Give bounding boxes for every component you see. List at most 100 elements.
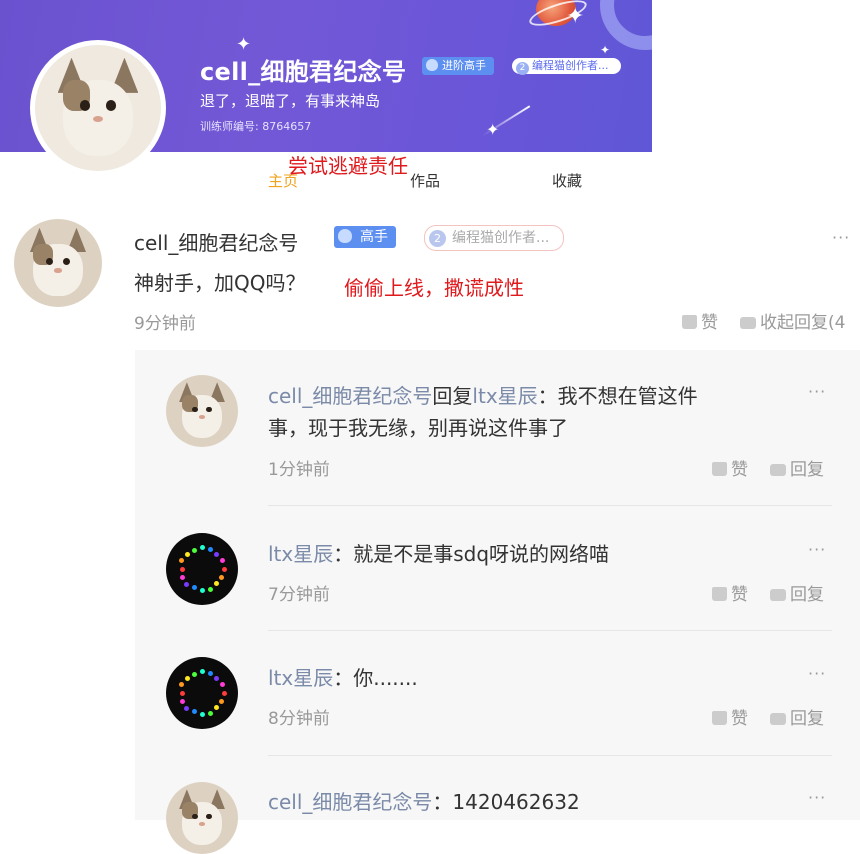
creator-badge-label: 编程猫创作者... — [452, 230, 550, 246]
ring-dot — [199, 668, 205, 674]
reply-avatar[interactable] — [166, 657, 238, 729]
ring-dot — [179, 682, 185, 688]
reply-avatar[interactable] — [166, 533, 238, 605]
reply-word: 回复 — [432, 384, 473, 408]
like-label: 赞 — [731, 585, 748, 605]
ring-dot — [179, 566, 185, 572]
pro-badge[interactable]: 高手 — [334, 226, 396, 248]
sparkle-icon: ✦ — [600, 43, 611, 57]
divider — [268, 755, 832, 756]
annotation-note: 偷偷上线，撒谎成性 — [344, 276, 524, 300]
reply-button[interactable]: 回复 — [770, 580, 824, 605]
like-button[interactable]: 赞 — [682, 308, 718, 333]
profile-bio: 退了，退喵了，有事来神岛 — [200, 92, 381, 110]
ring-dot — [183, 706, 189, 712]
thumbs-up-icon — [712, 462, 727, 476]
ring-dot — [207, 671, 213, 677]
ring-dot — [221, 690, 227, 696]
like-label: 赞 — [731, 709, 748, 729]
shield-icon — [338, 229, 352, 243]
reply-label: 回复 — [790, 460, 824, 480]
ring-dot — [207, 710, 213, 716]
comment-avatar[interactable] — [14, 219, 102, 307]
more-icon[interactable]: ··· — [808, 788, 826, 807]
reply-author[interactable]: ltx星辰 — [268, 542, 333, 566]
reply-target[interactable]: ltx星辰 — [472, 384, 537, 408]
divider — [268, 505, 832, 506]
reply-content: cell_细胞君纪念号回复ltx星辰：我不想在管这件 — [268, 380, 698, 409]
reply-time: 8分钟前 — [268, 709, 330, 729]
comment-author[interactable]: cell_细胞君纪念号 — [134, 227, 298, 256]
ring-dot — [219, 682, 225, 688]
ring-dot — [184, 675, 190, 681]
reply-avatar[interactable] — [166, 375, 238, 447]
reply-icon — [770, 464, 786, 476]
ring-dot — [179, 690, 185, 696]
reply-icon — [770, 713, 786, 725]
ring-dot — [207, 586, 213, 592]
cat-avatar-icon — [35, 45, 161, 171]
ring-dot — [191, 584, 197, 590]
ring-dot — [191, 672, 197, 678]
thumbs-up-icon — [712, 711, 727, 725]
like-label: 赞 — [701, 313, 718, 333]
more-icon[interactable]: ··· — [808, 382, 826, 401]
reply-button[interactable]: 回复 — [770, 455, 824, 480]
ring-dot — [199, 544, 205, 550]
ring-dot — [183, 582, 189, 588]
reply-text-line2: 事，现于我无缘，别再说这件事了 — [268, 416, 568, 440]
ring-dot — [213, 676, 219, 682]
pro-badge-label: 高手 — [360, 229, 388, 245]
tab-works[interactable]: 作品 — [410, 170, 440, 191]
thumbs-up-icon — [712, 587, 727, 601]
tab-favorites[interactable]: 收藏 — [552, 170, 582, 191]
annotation-note: 尝试逃避责任 — [288, 154, 408, 178]
reply-author[interactable]: cell_细胞君纪念号 — [268, 790, 432, 814]
profile-avatar[interactable] — [30, 40, 166, 176]
ring-dot — [218, 574, 224, 580]
divider — [268, 630, 832, 631]
reply-text: ：我不想在管这件 — [537, 384, 698, 408]
reply-author[interactable]: cell_细胞君纪念号 — [268, 384, 432, 408]
shield-icon — [426, 59, 438, 71]
like-label: 赞 — [731, 460, 748, 480]
ring-dot — [218, 698, 224, 704]
ring-dot — [213, 580, 219, 586]
creator-badge-label: 编程猫创作者... — [532, 59, 609, 72]
more-icon[interactable]: ··· — [808, 664, 826, 683]
ring-dot — [191, 548, 197, 554]
reply-content: ltx星辰：你....... — [268, 662, 418, 691]
ring-dot — [191, 708, 197, 714]
reply-label: 回复 — [790, 709, 824, 729]
creator-level-icon: 2 — [429, 230, 446, 247]
ring-dot — [180, 698, 186, 704]
level-badge-label: 进阶高手 — [442, 59, 486, 72]
like-button[interactable]: 赞 — [712, 455, 748, 480]
ring-dot — [180, 574, 186, 580]
more-icon[interactable]: ··· — [808, 540, 826, 559]
like-button[interactable]: 赞 — [712, 704, 748, 729]
reply-icon — [770, 589, 786, 601]
reply-content: ltx星辰：就是不是事sdq呀说的网络喵 — [268, 538, 609, 567]
reply-label: 回复 — [790, 585, 824, 605]
ring-dot — [219, 558, 225, 564]
profile-username: cell_细胞君纪念号 — [200, 58, 407, 86]
creator-level-icon: 2 — [516, 62, 529, 75]
like-button[interactable]: 赞 — [712, 580, 748, 605]
creator-badge[interactable]: 2 编程猫创作者... — [424, 225, 565, 251]
reply-time: 7分钟前 — [268, 585, 330, 605]
reply-button[interactable]: 回复 — [770, 704, 824, 729]
level-badge[interactable]: 进阶高手 — [422, 57, 494, 75]
reply-text: ：1420462632 — [432, 790, 580, 814]
reply-content: cell_细胞君纪念号：1420462632 — [268, 786, 580, 815]
reply-author[interactable]: ltx星辰 — [268, 666, 333, 690]
collapse-replies-button[interactable]: 收起回复(4 — [740, 308, 845, 333]
trainer-id: 训练师编号: 8764657 — [200, 120, 312, 133]
creator-badge[interactable]: 2 编程猫创作者... — [512, 58, 621, 75]
reply-icon — [740, 317, 756, 329]
collapse-label: 收起回复(4 — [760, 313, 846, 333]
reply-text: ：就是不是事sdq呀说的网络喵 — [333, 542, 610, 566]
reply-avatar[interactable] — [166, 782, 238, 854]
more-icon[interactable]: ··· — [832, 228, 850, 247]
ring-dot — [207, 547, 213, 553]
